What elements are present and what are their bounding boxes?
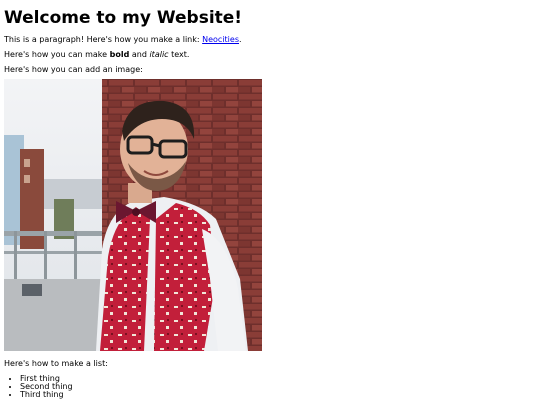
paragraph-image-intro: Here's how you can add an image: bbox=[4, 65, 143, 74]
bullet-list: First thing Second thing Third thing bbox=[4, 375, 73, 399]
formatting-text-start: Here's how you can make bbox=[4, 50, 110, 59]
bold-text: bold bbox=[109, 50, 130, 59]
paragraph-list-intro: Here's how to make a list: bbox=[4, 359, 108, 368]
paragraph-link: This is a paragraph! Here's how you make… bbox=[4, 35, 536, 45]
page: Welcome to my Website! This is a paragra… bbox=[0, 0, 540, 405]
list-item: Third thing bbox=[20, 391, 73, 399]
profile-photo-image bbox=[4, 79, 262, 351]
formatting-text-middle: and bbox=[129, 50, 150, 59]
paragraph-link-text: This is a paragraph! Here's how you make… bbox=[4, 35, 203, 44]
italic-text: italic bbox=[149, 50, 169, 59]
profile-photo bbox=[4, 79, 262, 351]
formatting-text-end: text. bbox=[168, 50, 190, 59]
page-title: Welcome to my Website! bbox=[4, 8, 243, 28]
paragraph-link-period: . bbox=[239, 35, 242, 44]
paragraph-formatting: Here's how you can make bold and italic … bbox=[4, 50, 536, 60]
neocities-link[interactable]: Neocities bbox=[202, 35, 239, 44]
